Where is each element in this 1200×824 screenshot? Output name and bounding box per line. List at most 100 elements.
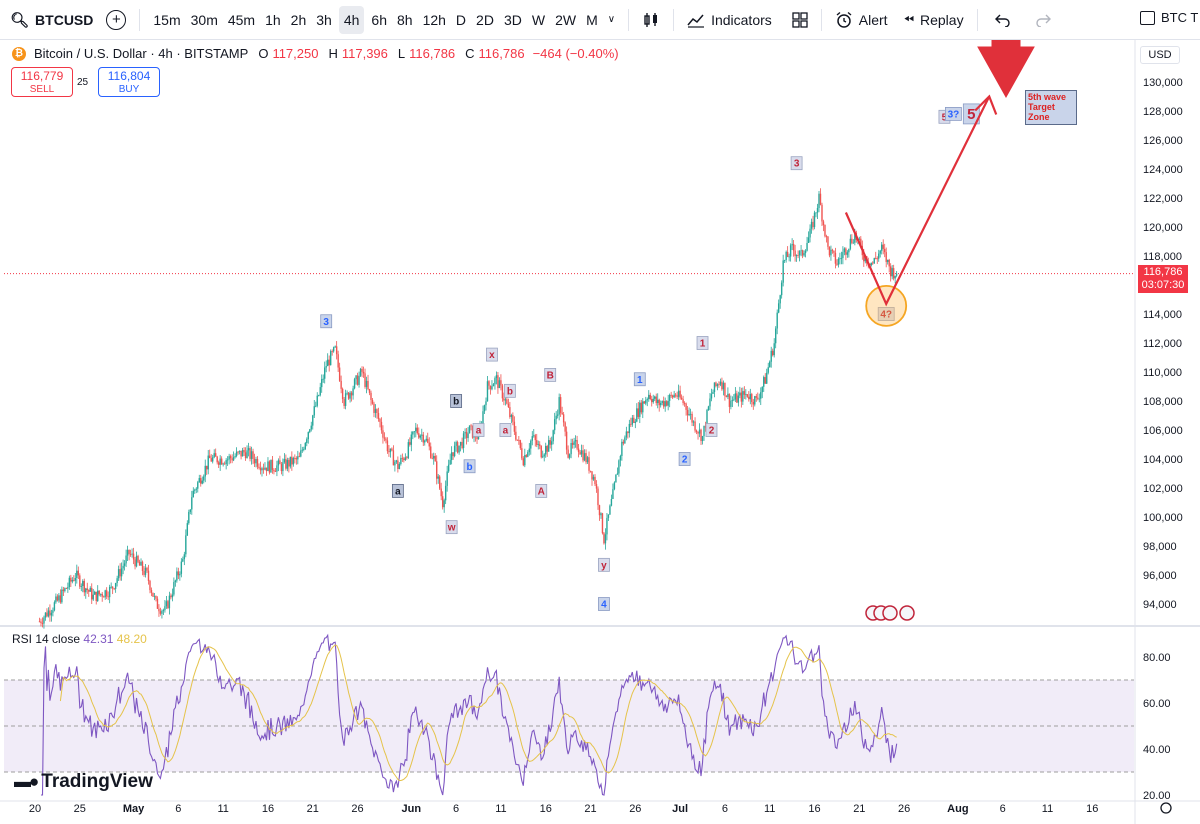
compare-button[interactable]: + <box>101 0 131 40</box>
interval-12h[interactable]: 12h <box>418 0 451 40</box>
current-price-label: 116,786 03:07:30 <box>1138 265 1188 293</box>
symbol-search[interactable]: 🔍︎ BTCUSD <box>0 0 101 40</box>
candle-body <box>503 398 505 401</box>
candle-body <box>763 377 765 387</box>
candle-body <box>743 391 746 395</box>
economic-event-icon[interactable] <box>882 605 898 621</box>
sell-button[interactable]: 116,779 SELL <box>11 67 73 97</box>
candle-body <box>886 259 889 262</box>
candle-body <box>349 392 351 399</box>
candle-body <box>362 371 365 374</box>
candle-body <box>795 255 798 257</box>
interval-8h[interactable]: 8h <box>392 0 418 40</box>
candle-body <box>568 454 571 458</box>
candle-body <box>307 432 309 440</box>
candle-body <box>742 391 744 402</box>
interval-group: 15m 30m 45m 1h 2h 3h 4h 6h 8h 12h D 2D 3D W 2W M <box>148 0 602 40</box>
candle-body <box>441 496 444 508</box>
candle-body <box>197 482 199 489</box>
candle-body <box>310 425 312 430</box>
candle-body <box>600 513 602 516</box>
interval-2w[interactable]: 2W <box>550 0 581 40</box>
candle-body <box>483 405 486 412</box>
interval-15m[interactable]: 15m <box>148 0 185 40</box>
buy-button[interactable]: 116,804 BUY <box>98 67 160 97</box>
candle-body <box>347 392 350 399</box>
wave-label: a <box>476 426 482 437</box>
candle-body <box>618 460 620 474</box>
chart-type-button[interactable] <box>637 0 665 40</box>
alert-button[interactable]: Alert <box>830 0 893 40</box>
candle-body <box>232 457 235 461</box>
candle-body <box>404 457 407 461</box>
interval-m[interactable]: M <box>581 0 603 40</box>
target-zone-note[interactable]: 5th wave Target Zone <box>1025 90 1077 125</box>
candle-body <box>657 399 659 404</box>
chart-canvas[interactable]: 130,000 128,000 126,000 124,000 122,000 120,0… <box>0 40 1200 824</box>
interval-2d[interactable]: 2D <box>471 0 499 40</box>
candle-body <box>376 409 378 414</box>
redo-button[interactable] <box>1030 0 1056 40</box>
wave-label: 2 <box>682 455 688 466</box>
candle-body <box>421 434 423 436</box>
interval-30m[interactable]: 30m <box>186 0 223 40</box>
layout-name[interactable]: BTC T <box>1140 10 1198 25</box>
candle-body <box>870 262 872 266</box>
candle-body <box>464 431 466 434</box>
candle-body <box>206 465 208 470</box>
undo-button[interactable] <box>990 0 1016 40</box>
candle-body <box>289 456 292 467</box>
candle-body <box>830 249 832 256</box>
candle-body <box>670 394 672 396</box>
candle-body <box>86 588 88 591</box>
interval-3h[interactable]: 3h <box>311 0 337 40</box>
candle-body <box>461 441 463 448</box>
time-tick-label: 16 <box>262 803 274 815</box>
time-tick-label: 20 <box>29 803 41 815</box>
candle-body <box>337 354 339 368</box>
candle-body <box>367 380 369 390</box>
candle-body <box>47 610 50 617</box>
projection-path[interactable] <box>844 96 991 307</box>
interval-45m[interactable]: 45m <box>223 0 260 40</box>
settings-gear-icon[interactable] <box>1160 802 1172 814</box>
candle-body <box>462 433 465 448</box>
currency-selector[interactable]: USD <box>1140 46 1180 64</box>
candle-body <box>204 465 206 477</box>
candle-body <box>891 268 893 277</box>
candle-body <box>343 399 345 406</box>
candle-body <box>223 463 226 465</box>
indicators-button[interactable]: Indicators <box>682 0 777 40</box>
candle-body <box>815 212 817 214</box>
interval-d[interactable]: D <box>451 0 471 40</box>
economic-event-icon[interactable] <box>899 605 915 621</box>
candle-body <box>361 368 363 372</box>
layout-grid-icon <box>792 11 808 28</box>
candle-body <box>612 489 614 499</box>
interval-1h[interactable]: 1h <box>260 0 286 40</box>
interval-dropdown-button[interactable]: ∨ <box>603 0 620 40</box>
candle-body <box>631 417 634 425</box>
candle-body <box>894 275 896 279</box>
candle-body <box>370 392 372 400</box>
interval-w[interactable]: W <box>527 0 550 40</box>
templates-button[interactable] <box>787 0 813 40</box>
replay-button[interactable]: ⏪︎ Replay <box>899 0 969 40</box>
wave-label: b <box>507 386 513 397</box>
candle-body <box>876 258 878 260</box>
candle-body <box>594 476 596 485</box>
interval-3d[interactable]: 3D <box>499 0 527 40</box>
interval-2h[interactable]: 2h <box>286 0 312 40</box>
time-tick-label: 6 <box>722 803 728 815</box>
down-arrow-icon[interactable] <box>977 40 1035 99</box>
candle-body <box>291 456 293 465</box>
candle-body <box>300 450 302 457</box>
candle-body <box>262 468 265 470</box>
candle-body <box>660 403 662 406</box>
candle-body <box>53 602 56 611</box>
candle-body <box>639 402 641 417</box>
interval-4h[interactable]: 4h <box>338 5 365 34</box>
candle-body <box>318 395 320 396</box>
interval-6h[interactable]: 6h <box>366 0 392 40</box>
candle-body <box>748 396 750 400</box>
